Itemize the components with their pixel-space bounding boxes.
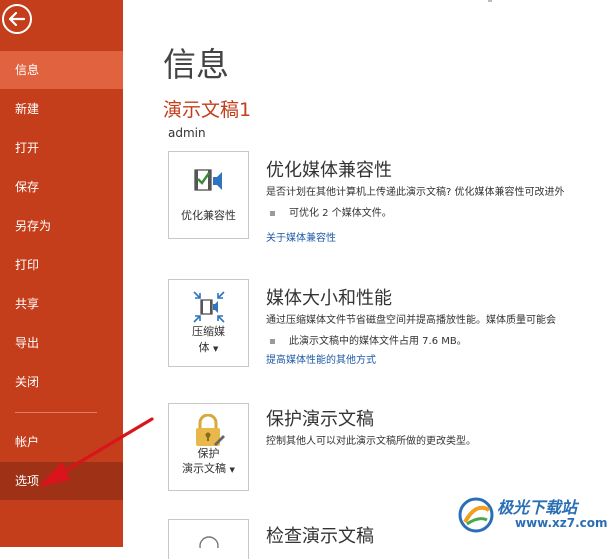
media-compatibility-link[interactable]: 关于媒体兼容性	[266, 229, 336, 244]
tile-label-line2: 演示文稿	[182, 462, 227, 475]
bullet-square-icon	[270, 338, 275, 344]
tile-label: 压缩媒	[192, 325, 225, 338]
sidebar-item-label: 新建	[15, 102, 40, 116]
tile-label: 优化兼容性	[181, 209, 236, 222]
dropdown-caret-icon: ▼	[229, 466, 235, 474]
page-title: 信息	[163, 45, 229, 84]
sidebar-item-label: 关闭	[15, 375, 40, 389]
sidebar-item-label: 打开	[15, 141, 40, 155]
lock-icon	[196, 414, 225, 446]
inspect-icon	[199, 536, 219, 548]
sidebar-item-options[interactable]: 选项	[0, 462, 123, 500]
compress-media-icon	[193, 291, 225, 323]
sidebar-item-label: 导出	[15, 336, 40, 350]
sidebar-item-print[interactable]: 打印	[0, 246, 123, 284]
sidebar-item-open[interactable]: 打开	[0, 129, 123, 167]
document-title: 演示文稿1	[163, 99, 252, 121]
sidebar-item-save-as[interactable]: 另存为	[0, 207, 123, 245]
dropdown-caret-icon: ▼	[213, 345, 219, 353]
tile-label: 演示文稿 ▼	[169, 461, 248, 478]
compress-media-button[interactable]: 压缩媒 体 ▼	[168, 279, 249, 367]
watermark: 极光下载站 www.xz7.com	[457, 492, 608, 542]
sidebar-item-label: 帐户	[15, 435, 40, 449]
section-bullet: 可优化 2 个媒体文件。	[270, 204, 392, 219]
watermark-url: www.xz7.com	[515, 516, 608, 530]
section-description: 控制其他人可以对此演示文稿所做的更改类型。	[266, 436, 476, 447]
protect-presentation-button[interactable]: 保护 演示文稿 ▼	[168, 403, 249, 491]
watermark-logo-icon	[458, 497, 494, 533]
sidebar-item-label: 另存为	[15, 219, 52, 233]
back-button[interactable]	[2, 4, 32, 34]
sidebar-item-close[interactable]: 关闭	[0, 363, 123, 401]
sidebar-item-save[interactable]: 保存	[0, 168, 123, 206]
window-control-mark	[488, 0, 492, 2]
sidebar-item-share[interactable]: 共享	[0, 285, 123, 323]
bullet-text: 此演示文稿中的媒体文件占用 7.6 MB。	[289, 336, 467, 347]
media-compatibility-icon	[194, 169, 222, 191]
tile-label: 体 ▼	[169, 340, 248, 357]
sidebar-item-label: 选项	[15, 474, 40, 488]
section-title: 媒体大小和性能	[266, 288, 392, 309]
section-title: 优化媒体兼容性	[266, 160, 392, 181]
tile-label-line2: 体	[198, 341, 210, 354]
sidebar-item-account[interactable]: 帐户	[0, 423, 123, 461]
sidebar-divider	[15, 412, 97, 413]
section-bullet: 此演示文稿中的媒体文件占用 7.6 MB。	[270, 332, 467, 347]
sidebar-item-new[interactable]: 新建	[0, 90, 123, 128]
watermark-name: 极光下载站	[497, 498, 578, 517]
sidebar-item-export[interactable]: 导出	[0, 324, 123, 362]
arrow-left-icon	[9, 12, 25, 26]
sidebar-item-label: 信息	[15, 63, 40, 77]
section-description: 通过压缩媒体文件节省磁盘空间并提高播放性能。媒体质量可能会	[266, 315, 556, 326]
sidebar-item-label: 共享	[15, 297, 40, 311]
sidebar-item-label: 保存	[15, 180, 40, 194]
tile-label: 保护	[197, 447, 220, 460]
sidebar-item-label: 打印	[15, 258, 40, 272]
bullet-text: 可优化 2 个媒体文件。	[289, 208, 392, 219]
section-description: 是否计划在其他计算机上传递此演示文稿? 优化媒体兼容性可改进外	[266, 187, 565, 198]
backstage-sidebar: 信息 新建 打开 保存 另存为 打印 共享 导出 关闭 帐户 选项	[0, 0, 123, 547]
sidebar-item-info[interactable]: 信息	[0, 51, 123, 89]
check-issues-button[interactable]	[168, 519, 249, 559]
bullet-square-icon	[270, 210, 275, 216]
section-title: 检查演示文稿	[266, 526, 374, 547]
media-performance-link[interactable]: 提高媒体性能的其他方式	[266, 351, 376, 366]
optimize-compatibility-button[interactable]: 优化兼容性	[168, 151, 249, 239]
author-name: admin	[168, 126, 206, 140]
section-title: 保护演示文稿	[266, 409, 374, 430]
